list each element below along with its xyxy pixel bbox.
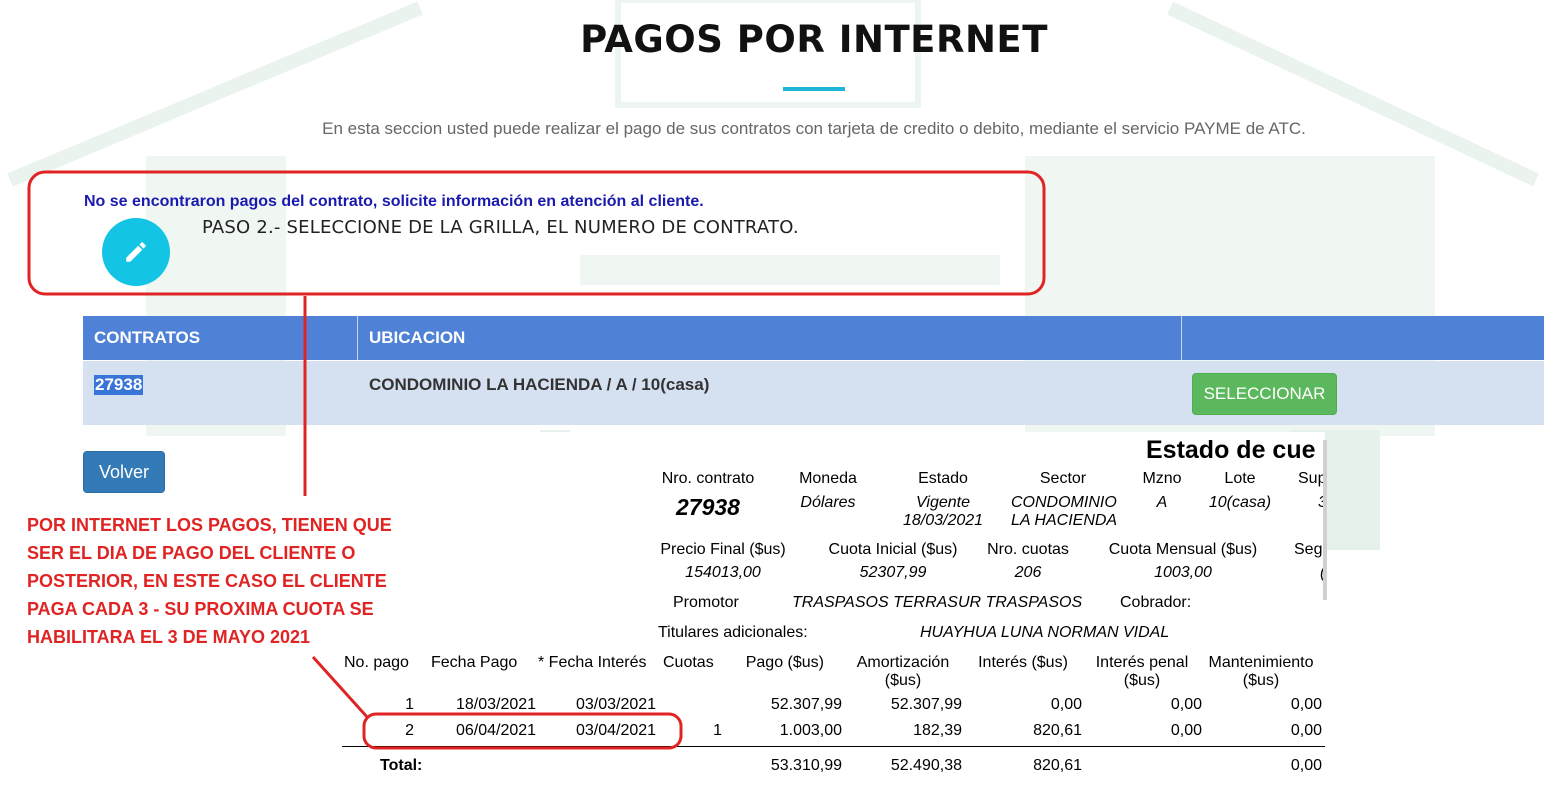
statement-sector-line2: LA HACIENDA	[1011, 512, 1118, 529]
total-interes: 820,61	[1033, 757, 1082, 774]
col-interes-penal: Interés penal	[1095, 654, 1189, 671]
row2-pago: 1.003,00	[779, 722, 842, 739]
statement-currency: Dólares	[800, 494, 856, 511]
value-precio-final: 154013,00	[685, 564, 761, 581]
label-precio-final: Precio Final ($us)	[660, 541, 786, 558]
value-cuota-inicial: 52307,99	[859, 564, 927, 581]
column-header-contratos: CONTRATOS	[83, 316, 358, 360]
row2-no: 2	[405, 722, 414, 739]
statement-sector-line1: CONDOMINIO	[1011, 494, 1117, 511]
col-interes: Interés ($us)	[978, 654, 1068, 671]
label-cuota-mensual: Cuota Mensual ($us)	[1108, 541, 1258, 558]
row2-fecha-pago: 06/04/2021	[456, 722, 537, 739]
row1-amortizacion: 52.307,99	[890, 696, 962, 713]
column-header-ubicacion: UBICACION	[358, 316, 1182, 360]
pencil-icon	[126, 242, 146, 262]
row2-interes: 820,61	[1033, 722, 1082, 739]
col-mantenimiento-unit: ($us)	[1242, 672, 1280, 689]
value-cuota-mensual: 1003,00	[1154, 564, 1212, 581]
row2-fecha-interes: 03/04/2021	[576, 722, 657, 739]
statement-scrollbar[interactable]	[1323, 440, 1327, 600]
edit-step-button[interactable]	[102, 218, 170, 286]
table-divider	[342, 746, 1325, 747]
total-mantenimiento: 0,00	[1290, 757, 1322, 774]
annotation-line: PAGA CADA 3 - SU PROXIMA CUOTA SE	[27, 599, 374, 619]
label-mzno: Mzno	[1142, 470, 1182, 487]
value-nro-cuotas: 206	[1014, 564, 1042, 581]
row1-fecha-interes: 03/03/2021	[576, 696, 657, 713]
col-mantenimiento: Mantenimiento	[1208, 654, 1314, 671]
total-pago: 53.310,99	[770, 757, 842, 774]
label-cobrador: Cobrador:	[1120, 594, 1192, 611]
total-amortizacion: 52.490,38	[890, 757, 962, 774]
row1-pago: 52.307,99	[770, 696, 842, 713]
statement-status: Vigente	[916, 494, 970, 511]
title-underline	[783, 87, 845, 91]
annotation-line: POSTERIOR, EN ESTE CASO EL CLIENTE	[27, 571, 387, 591]
row1-mantenimiento: 0,00	[1290, 696, 1322, 713]
value-promotor: TRASPASOS TERRASUR TRASPASOS	[792, 594, 1083, 611]
statement-status-date: 18/03/2021	[902, 512, 984, 529]
annotation-text: POR INTERNET LOS PAGOS, TIENEN QUE SER E…	[27, 511, 427, 651]
annotation-line: POR INTERNET LOS PAGOS, TIENEN QUE	[27, 515, 392, 535]
contract-number[interactable]: 27938	[94, 375, 144, 395]
col-amortizacion: Amortización	[856, 654, 950, 671]
statement-block: A	[1156, 494, 1168, 511]
account-statement: Estado de cue Nro. contrato Moneda Estad…	[338, 432, 1325, 786]
label-promotor: Promotor	[673, 594, 739, 611]
row2-amortizacion: 182,39	[913, 722, 962, 739]
statement-contract-number: 27938	[676, 494, 740, 520]
contract-location: CONDOMINIO LA HACIENDA / A / 10(casa)	[369, 375, 710, 394]
col-amortizacion-unit: ($us)	[884, 672, 922, 689]
row1-interes-penal: 0,00	[1170, 696, 1202, 713]
select-contract-button[interactable]: SELECCIONAR	[1192, 373, 1337, 415]
statement-title: Estado de cue	[1146, 436, 1316, 464]
annotation-line: SER EL DIA DE PAGO DEL CLIENTE O	[27, 543, 356, 563]
col-pago: Pago ($us)	[745, 654, 824, 671]
column-header-actions	[1182, 316, 1544, 360]
label-seg: Seg.	[1294, 541, 1325, 558]
step-instruction: PASO 2.- SELECCIONE DE LA GRILLA, EL NUM…	[202, 217, 799, 238]
row2-mantenimiento: 0,00	[1290, 722, 1322, 739]
label-cuota-inicial: Cuota Inicial ($us)	[828, 541, 958, 558]
col-no-pago: No. pago	[344, 654, 409, 671]
page-subtitle: En esta seccion usted puede realizar el …	[322, 119, 1306, 138]
annotation-line: HABILITARA EL 3 DE MAYO 2021	[27, 627, 311, 647]
value-titulares: HUAYHUA LUNA NORMAN VIDAL	[920, 624, 1170, 641]
back-button[interactable]: Volver	[83, 451, 165, 493]
row2-interes-penal: 0,00	[1170, 722, 1202, 739]
label-titulares: Titulares adicionales:	[658, 624, 808, 641]
contracts-grid-header: CONTRATOS UBICACION	[83, 316, 1544, 360]
no-payments-message: No se encontraron pagos del contrato, so…	[84, 193, 704, 210]
row1-no: 1	[405, 696, 414, 713]
contract-row[interactable]: 27938 CONDOMINIO LA HACIENDA / A / 10(ca…	[83, 361, 1544, 425]
total-label: Total:	[380, 757, 423, 774]
label-nro-cuotas: Nro. cuotas	[987, 541, 1069, 558]
label-estado: Estado	[918, 470, 968, 487]
label-moneda: Moneda	[799, 470, 857, 487]
label-sector: Sector	[1039, 470, 1087, 487]
col-interes-penal-unit: ($us)	[1123, 672, 1161, 689]
col-cuotas: Cuotas	[663, 654, 714, 671]
row1-fecha-pago: 18/03/2021	[456, 696, 537, 713]
row2-cuotas: 1	[713, 722, 722, 739]
label-nro-contrato: Nro. contrato	[661, 470, 755, 487]
page-title: PAGOS POR INTERNET	[580, 18, 1048, 61]
row1-interes: 0,00	[1050, 696, 1082, 713]
statement-lot: 10(casa)	[1208, 494, 1272, 511]
col-fecha-interes: * Fecha Interés	[538, 654, 647, 671]
label-lote: Lote	[1224, 470, 1256, 487]
label-sup: Sup	[1298, 470, 1325, 487]
col-fecha-pago: Fecha Pago	[431, 654, 518, 671]
